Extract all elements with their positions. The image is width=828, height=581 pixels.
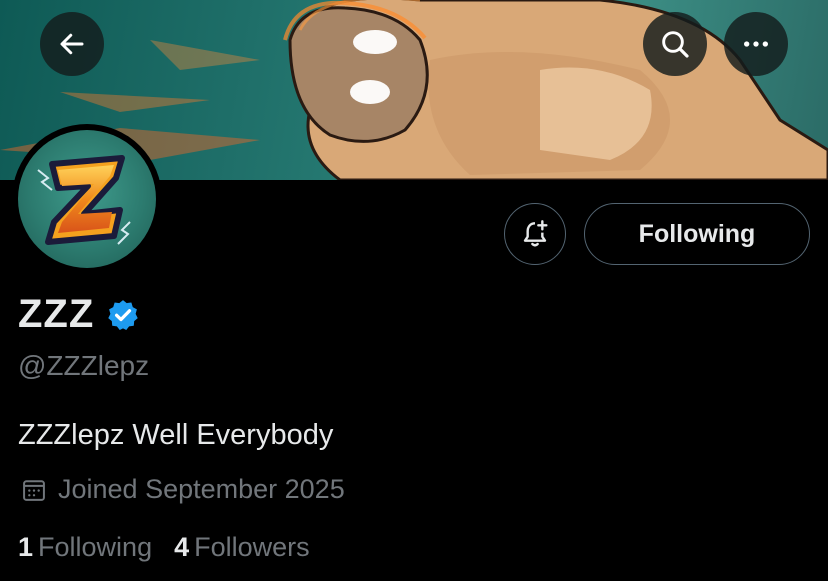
verified-badge-icon[interactable] — [106, 298, 140, 332]
following-stat-link[interactable]: 1 Following — [18, 532, 152, 563]
user-handle: @ZZZlepz — [18, 350, 150, 381]
notifications-button[interactable] — [504, 203, 566, 265]
profile-bio: ZZZlepz Well Everybody — [18, 419, 334, 451]
more-horizontal-icon — [744, 41, 768, 47]
bell-plus-icon — [523, 220, 548, 247]
arrow-left-icon — [60, 33, 84, 55]
following-stat-label: Following — [38, 532, 153, 562]
profile-name-row: ZZZ — [18, 292, 140, 337]
display-name: ZZZ — [18, 292, 95, 336]
search-icon — [662, 31, 689, 58]
search-button[interactable] — [643, 12, 707, 76]
joined-date-row: Joined September 2025 — [20, 474, 345, 505]
joined-date: Joined September 2025 — [58, 474, 345, 504]
avatar-image — [18, 130, 156, 268]
followers-count: 4 — [174, 532, 190, 562]
follow-stats: 1 Following 4 Followers — [18, 532, 310, 563]
followers-stat-link[interactable]: 4 Followers — [174, 532, 310, 563]
avatar[interactable] — [12, 124, 162, 274]
following-count: 1 — [18, 532, 34, 562]
calendar-icon — [23, 479, 45, 501]
more-button[interactable] — [724, 12, 788, 76]
following-button[interactable]: Following — [584, 203, 810, 265]
back-button[interactable] — [40, 12, 104, 76]
followers-stat-label: Followers — [194, 532, 310, 562]
z-logo-icon — [37, 155, 131, 245]
